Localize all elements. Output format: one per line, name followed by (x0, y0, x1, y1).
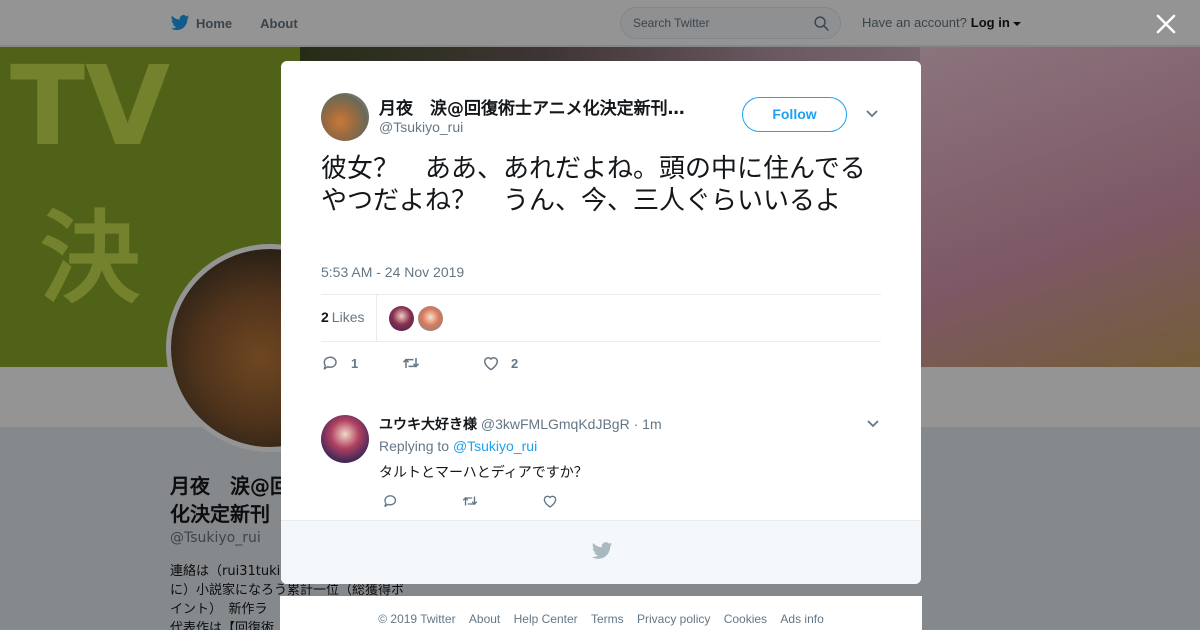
author-handle[interactable]: @Tsukiyo_rui (379, 119, 463, 135)
reply-tweet[interactable]: ユウキ大好き様 @3kwFMLGmqKdJBgR · 1m Replying t… (281, 397, 921, 521)
reply-icon[interactable] (382, 492, 400, 510)
reply-actions (379, 492, 679, 512)
reply-separator: · (633, 416, 639, 432)
tweet-text: 彼女？ ああ、あれだよね。頭の中に住んでるやつだよね？ うん、今、三人ぐらいいる… (321, 154, 866, 216)
reply-icon (323, 356, 337, 370)
retweet-icon (402, 358, 420, 368)
replying-to-link[interactable]: @Tsukiyo_rui (453, 438, 537, 454)
liker-avatar[interactable] (418, 306, 443, 331)
twitter-bird-icon (591, 542, 613, 559)
footer-link-ads-info[interactable]: Ads info (780, 612, 823, 626)
close-icon[interactable] (1154, 12, 1178, 36)
likes-stat[interactable]: 2 Likes (321, 309, 364, 325)
modal-footer (281, 520, 921, 584)
footer-link-help-center[interactable]: Help Center (514, 612, 578, 626)
tweet-actions: 1 2 (321, 351, 881, 375)
reply-author-handle[interactable]: @3kwFMLGmqKdJBgR (481, 416, 630, 432)
like-count: 2 (511, 355, 519, 371)
tweet-permalink-modal: 月夜 涙@回復術士アニメ化決定新刊アニメ化 @Tsukiyo_rui Follo… (281, 61, 921, 584)
replying-prefix: Replying to (379, 438, 450, 454)
reply-author-avatar[interactable] (321, 415, 369, 463)
follow-button[interactable]: Follow (742, 97, 847, 132)
page-footer: © 2019 Twitter About Help Center Terms P… (280, 596, 922, 630)
footer-copyright: © 2019 Twitter (378, 612, 456, 626)
likes-count: 2 (321, 309, 329, 325)
retweet-button[interactable] (401, 353, 431, 373)
chevron-down-icon[interactable] (865, 109, 879, 119)
retweet-icon[interactable] (461, 492, 479, 510)
heart-icon[interactable] (541, 492, 559, 510)
author-avatar[interactable] (321, 93, 369, 141)
reply-count: 1 (351, 355, 359, 371)
author-name[interactable]: 月夜 涙@回復術士アニメ化決定新刊アニメ化 (379, 94, 689, 119)
tweet-stats: 2 Likes (321, 294, 881, 342)
heart-icon (484, 357, 498, 371)
footer-link-terms[interactable]: Terms (591, 612, 624, 626)
replying-to: Replying to @Tsukiyo_rui (379, 438, 537, 454)
reply-button[interactable]: 1 (321, 353, 358, 373)
stats-divider (376, 295, 377, 341)
likes-label: Likes (331, 309, 365, 325)
reply-author-name[interactable]: ユウキ大好き様 (379, 417, 477, 433)
tweet-timestamp[interactable]: 5:53 AM - 24 Nov 2019 (321, 264, 464, 280)
liker-avatar[interactable] (389, 306, 414, 331)
chevron-down-icon[interactable] (866, 419, 880, 429)
reply-text: タルトとマーハとディアですか？ (379, 465, 588, 481)
footer-link-about[interactable]: About (469, 612, 500, 626)
like-button[interactable]: 2 (481, 353, 518, 373)
footer-link-cookies[interactable]: Cookies (724, 612, 767, 626)
footer-link-privacy[interactable]: Privacy policy (637, 612, 710, 626)
reply-time[interactable]: 1m (642, 416, 661, 432)
reply-header: ユウキ大好き様 @3kwFMLGmqKdJBgR · 1m (379, 414, 662, 434)
